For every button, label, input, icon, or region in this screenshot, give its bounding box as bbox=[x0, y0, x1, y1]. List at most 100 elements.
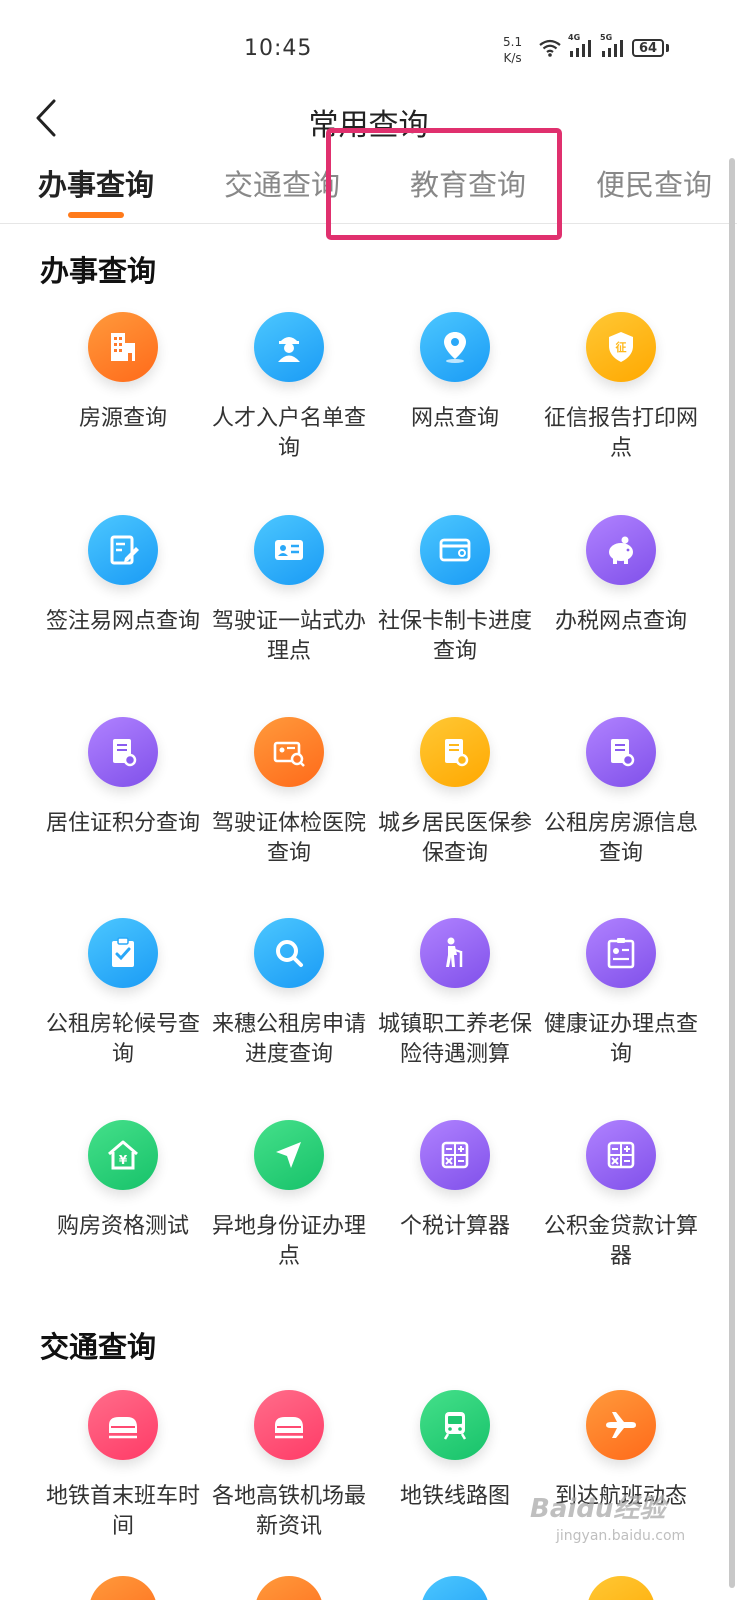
scrollbar[interactable] bbox=[729, 158, 735, 1588]
grid-item-label: 房源查询 bbox=[78, 406, 167, 431]
status-bar: 10:45 5.1 K/s 4G 5G 64 bbox=[0, 0, 737, 90]
grid-item-label: 社保卡制卡进度查询 bbox=[377, 609, 532, 664]
grid-item-qianzhu[interactable]: 签注易网点查询 bbox=[38, 515, 208, 637]
document-search-icon bbox=[586, 717, 656, 787]
license-search-icon bbox=[254, 717, 324, 787]
back-button[interactable] bbox=[26, 96, 66, 140]
chevron-left-icon bbox=[36, 99, 56, 137]
grid-item-goufang[interactable]: ¥ 购房资格测试 bbox=[38, 1120, 208, 1242]
metro-icon bbox=[420, 1390, 490, 1460]
edit-document-icon bbox=[88, 515, 158, 585]
grid-item-laisui[interactable]: 来穗公租房申请进度查询 bbox=[204, 918, 374, 1070]
grid-item-label: 城镇职工养老保险待遇测算 bbox=[377, 1012, 532, 1067]
calculator-icon bbox=[420, 1120, 490, 1190]
wifi-icon bbox=[539, 39, 561, 57]
grid-item-fangyuan[interactable]: 房源查询 bbox=[38, 312, 208, 434]
credit-shield-icon: 征 bbox=[586, 312, 656, 382]
send-arrow-icon bbox=[254, 1120, 324, 1190]
grid-item-juzhuzheng[interactable]: 居住证积分查询 bbox=[38, 717, 208, 839]
grid-item-label: 购房资格测试 bbox=[56, 1214, 189, 1239]
document-search-icon bbox=[420, 717, 490, 787]
grid-item-yidi[interactable]: 异地身份证办理点 bbox=[204, 1120, 374, 1272]
watermark-brand: Baidu经验 bbox=[530, 1494, 666, 1524]
bank-card-icon bbox=[420, 515, 490, 585]
grid-item-geshui[interactable]: 个税计算器 bbox=[370, 1120, 540, 1242]
grid-item-yibao[interactable]: 城乡居民医保参保查询 bbox=[370, 717, 540, 869]
svg-text:征: 征 bbox=[616, 340, 627, 354]
grid-item-label: 居住证积分查询 bbox=[45, 811, 200, 836]
grid-item-shebaoka[interactable]: 社保卡制卡进度查询 bbox=[370, 515, 540, 667]
grid-item-jiankangzheng[interactable]: 健康证办理点查询 bbox=[536, 918, 706, 1070]
battery-tip bbox=[666, 44, 669, 52]
grid-item-label: 办税网点查询 bbox=[554, 609, 687, 634]
airplane-icon bbox=[586, 1390, 656, 1460]
grid-item-label: 网点查询 bbox=[410, 406, 499, 431]
grid-item-gaotie[interactable]: 各地高铁机场最新资讯 bbox=[204, 1390, 374, 1542]
network-speed: 5.1 K/s bbox=[503, 34, 522, 66]
grid-item-label: 地铁线路图 bbox=[399, 1484, 510, 1509]
tab-banshi[interactable]: 办事查询 bbox=[38, 162, 154, 204]
signal-4g-label: 4G bbox=[568, 33, 581, 42]
grid-item-label: 地铁首末班车时间 bbox=[45, 1484, 200, 1539]
next-row-icon-peek bbox=[255, 1576, 323, 1600]
grid-item-label: 各地高铁机场最新资讯 bbox=[211, 1484, 366, 1539]
next-row-icon-peek bbox=[89, 1576, 157, 1600]
section-title-jiaotong: 交通查询 bbox=[40, 1330, 157, 1364]
calculator-icon bbox=[586, 1120, 656, 1190]
grid-item-gongzufang-fangyuan[interactable]: 公租房房源信息查询 bbox=[536, 717, 706, 869]
elderly-icon bbox=[420, 918, 490, 988]
signal-5g-label: 5G bbox=[600, 33, 613, 42]
grid-item-tijian[interactable]: 驾驶证体检医院查询 bbox=[204, 717, 374, 869]
health-card-icon bbox=[586, 918, 656, 988]
worker-icon bbox=[254, 312, 324, 382]
building-icon bbox=[88, 312, 158, 382]
location-pin-icon bbox=[420, 312, 490, 382]
grid-item-jiashizheng[interactable]: 驾驶证一站式办理点 bbox=[204, 515, 374, 667]
grid-item-yanglao[interactable]: 城镇职工养老保险待遇测算 bbox=[370, 918, 540, 1070]
grid-item-label: 公积金贷款计算器 bbox=[543, 1214, 698, 1269]
grid-item-gongjijin[interactable]: 公积金贷款计算器 bbox=[536, 1120, 706, 1272]
grid-item-banshui[interactable]: 办税网点查询 bbox=[536, 515, 706, 637]
svg-text:¥: ¥ bbox=[119, 1153, 128, 1167]
watermark-site: jingyan.baidu.com bbox=[556, 1528, 686, 1544]
active-tab-indicator bbox=[68, 212, 124, 218]
grid-item-label: 健康证办理点查询 bbox=[543, 1012, 698, 1067]
grid-item-label: 驾驶证一站式办理点 bbox=[211, 609, 366, 664]
battery-icon: 64 bbox=[632, 39, 664, 57]
status-icons: 4G 5G 64 bbox=[538, 33, 669, 58]
next-row-icon-peek bbox=[587, 1576, 655, 1600]
grid-item-label: 签注易网点查询 bbox=[45, 609, 200, 634]
piggy-bank-icon bbox=[586, 515, 656, 585]
train-icon bbox=[254, 1390, 324, 1460]
grid-item-label: 公租房房源信息查询 bbox=[543, 811, 698, 866]
highlight-annotation-box bbox=[326, 128, 562, 240]
clipboard-check-icon bbox=[88, 918, 158, 988]
signal-5g: 5G bbox=[600, 33, 626, 57]
tab-bianmin[interactable]: 便民查询 bbox=[596, 162, 712, 204]
grid-item-label: 人才入户名单查询 bbox=[211, 406, 366, 461]
grid-item-label: 异地身份证办理点 bbox=[211, 1214, 366, 1269]
grid-item-zhengxin[interactable]: 征 征信报告打印网点 bbox=[536, 312, 706, 464]
grid-item-label: 个税计算器 bbox=[399, 1214, 510, 1239]
grid-item-label: 驾驶证体检医院查询 bbox=[211, 811, 366, 866]
grid-item-label: 征信报告打印网点 bbox=[543, 406, 698, 461]
page: 10:45 5.1 K/s 4G 5G 64 常用查询 办事查询 交通查询 教育… bbox=[0, 0, 737, 1600]
grid-item-lunhouhao[interactable]: 公租房轮候号查询 bbox=[38, 918, 208, 1070]
document-search-icon bbox=[88, 717, 158, 787]
grid-item-label: 公租房轮候号查询 bbox=[45, 1012, 200, 1067]
grid-item-label: 城乡居民医保参保查询 bbox=[377, 811, 532, 866]
section-title-banshi: 办事查询 bbox=[40, 254, 157, 288]
id-card-icon bbox=[254, 515, 324, 585]
tab-jiaotong[interactable]: 交通查询 bbox=[224, 162, 340, 204]
grid-item-label: 来穗公租房申请进度查询 bbox=[211, 1012, 366, 1067]
grid-item-rencai[interactable]: 人才入户名单查询 bbox=[204, 312, 374, 464]
grid-item-wangdian[interactable]: 网点查询 bbox=[370, 312, 540, 434]
grid-item-ditie-shimo[interactable]: 地铁首末班车时间 bbox=[38, 1390, 208, 1542]
grid-item-ditie-xianlu[interactable]: 地铁线路图 bbox=[370, 1390, 540, 1512]
signal-4g: 4G bbox=[568, 33, 594, 57]
network-speed-value: 5.1 bbox=[503, 35, 523, 49]
search-icon bbox=[254, 918, 324, 988]
next-row-icon-peek bbox=[421, 1576, 489, 1600]
train-icon bbox=[88, 1390, 158, 1460]
house-yuan-icon: ¥ bbox=[88, 1120, 158, 1190]
